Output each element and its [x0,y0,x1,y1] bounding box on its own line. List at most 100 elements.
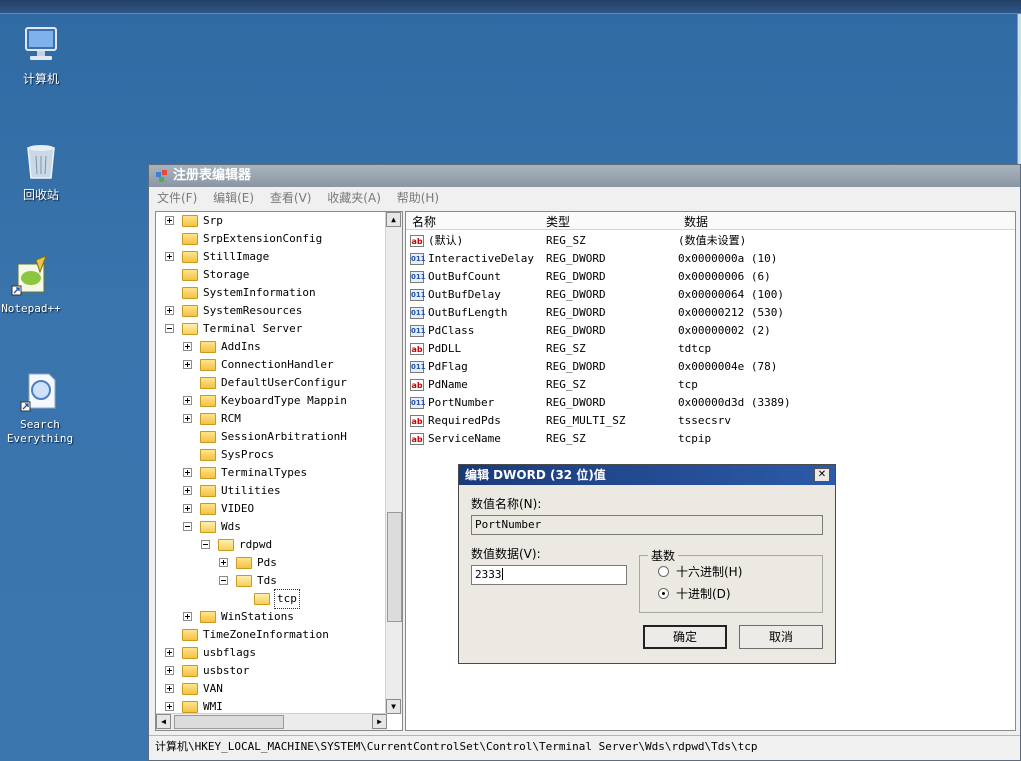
menu-view[interactable]: 查看(V) [270,191,312,205]
value-type: REG_SZ [546,432,586,445]
tree-item[interactable]: VIDEO [156,500,387,518]
hex-radio-label[interactable]: 十六进制(H) [676,563,742,580]
tree-item[interactable]: Tds [156,572,387,590]
expand-icon[interactable] [165,306,174,315]
tree-item[interactable]: SrpExtensionConfig [156,230,387,248]
value-row[interactable]: ab (默认) REG_SZ (数值未设置) [406,232,1015,250]
value-row[interactable]: 011 OutBufDelay REG_DWORD 0x00000064 (100) [406,286,1015,304]
hex-radio[interactable] [658,566,669,577]
menu-edit[interactable]: 编辑(E) [213,191,254,205]
computer-icon [20,24,62,66]
tree-item[interactable]: SessionArbitrationH [156,428,387,446]
value-data: 0x00000212 (530) [678,306,784,319]
folder-icon [236,557,252,569]
expand-icon[interactable] [165,666,174,675]
tree-item[interactable]: Srp [156,212,387,230]
tree-item[interactable]: WinStations [156,608,387,626]
column-type-header[interactable]: 类型 [546,213,570,230]
scroll-right-icon[interactable]: ▶ [372,714,387,729]
tree-item[interactable]: rdpwd [156,536,387,554]
expand-icon[interactable] [183,486,192,495]
tree-item[interactable]: StillImage [156,248,387,266]
tree-item[interactable]: Pds [156,554,387,572]
tree-horizontal-scrollbar[interactable]: ◀ ▶ [156,713,387,730]
expand-icon[interactable] [183,360,192,369]
value-row[interactable]: 011 PdClass REG_DWORD 0x00000002 (2) [406,322,1015,340]
expand-icon[interactable] [183,468,192,477]
expand-icon[interactable] [183,504,192,513]
menu-help[interactable]: 帮助(H) [397,191,439,205]
expand-icon[interactable] [165,684,174,693]
expand-icon[interactable] [183,396,192,405]
tree-item[interactable]: SystemResources [156,302,387,320]
tree-item[interactable]: SysProcs [156,446,387,464]
tree-item[interactable]: Utilities [156,482,387,500]
tree-item[interactable]: TimeZoneInformation [156,626,387,644]
value-row[interactable]: ab PdName REG_SZ tcp [406,376,1015,394]
ok-button[interactable]: 确定 [643,625,727,649]
tree-item[interactable]: usbstor [156,662,387,680]
expand-icon[interactable] [183,414,192,423]
value-row[interactable]: 011 InteractiveDelay REG_DWORD 0x0000000a (… [406,250,1015,268]
scroll-down-icon[interactable]: ▼ [386,699,401,714]
scrollbar-thumb[interactable] [387,512,402,622]
expand-icon[interactable] [165,252,174,261]
value-row[interactable]: ab PdDLL REG_SZ tdtcp [406,340,1015,358]
tree-item[interactable]: RCM [156,410,387,428]
tree-item[interactable]: Storage [156,266,387,284]
tree-item[interactable]: DefaultUserConfigur [156,374,387,392]
tree-item[interactable]: TerminalTypes [156,464,387,482]
collapse-icon[interactable] [165,324,174,333]
value-row[interactable]: ab ServiceName REG_SZ tcpip [406,430,1015,448]
expand-icon[interactable] [165,216,174,225]
collapse-icon[interactable] [201,540,210,549]
tree-item[interactable]: SystemInformation [156,284,387,302]
value-row[interactable]: ab RequiredPds REG_MULTI_SZ tssecsrv [406,412,1015,430]
registry-key-tree[interactable]: WMI VAN usbstor usbflags TimeZoneInformation… [155,211,403,731]
value-row[interactable]: 011 PortNumber REG_DWORD 0x00000d3d (3389) [406,394,1015,412]
expand-icon[interactable] [165,648,174,657]
desktop-icon-computer[interactable]: 计算机 [0,24,86,86]
tree-item-label: WinStations [221,610,294,623]
desktop-icon-recycle-bin[interactable]: 回收站 [0,140,86,202]
search-everything-icon [19,370,61,412]
desktop-icon-search-everything[interactable]: Search Everything [0,370,84,446]
tree-item[interactable]: VAN [156,680,387,698]
window-titlebar[interactable]: 注册表编辑器 [149,165,1020,187]
decimal-radio[interactable] [658,588,669,599]
tree-item[interactable]: Terminal Server [156,320,387,338]
tree-item[interactable]: tcp [156,589,387,609]
tree-item[interactable]: Wds [156,518,387,536]
tree-item-label: rdpwd [239,538,273,551]
tree-item-label: TerminalTypes [221,466,308,479]
collapse-icon[interactable] [183,522,192,531]
tree-item-label: ConnectionHandler [221,358,334,371]
column-name-header[interactable]: 名称 [412,213,436,230]
value-row[interactable]: 011 PdFlag REG_DWORD 0x0000004e (78) [406,358,1015,376]
tree-item[interactable]: usbflags [156,644,387,662]
scrollbar-thumb[interactable] [174,715,284,729]
dialog-titlebar[interactable]: 编辑 DWORD (32 位)值 ✕ [459,465,835,485]
scroll-left-icon[interactable]: ◀ [156,714,171,729]
tree-vertical-scrollbar[interactable]: ▲ ▼ [385,212,402,714]
expand-icon[interactable] [183,612,192,621]
menu-file[interactable]: 文件(F) [157,191,197,205]
cancel-button[interactable]: 取消 [739,625,823,649]
close-icon[interactable]: ✕ [814,468,830,482]
menu-favorites[interactable]: 收藏夹(A) [327,191,381,205]
desktop-icon-notepad-plus-plus[interactable]: Notepad++ [0,254,76,316]
decimal-radio-label[interactable]: 十进制(D) [676,585,731,602]
tree-item[interactable]: KeyboardType Mappin [156,392,387,410]
value-row[interactable]: 011 OutBufLength REG_DWORD 0x00000212 (530) [406,304,1015,322]
desktop-icon-label: Notepad++ [1,302,61,315]
tree-item[interactable]: ConnectionHandler [156,356,387,374]
tree-item[interactable]: AddIns [156,338,387,356]
expand-icon[interactable] [165,702,174,711]
collapse-icon[interactable] [219,576,228,585]
scroll-up-icon[interactable]: ▲ [386,212,401,227]
expand-icon[interactable] [183,342,192,351]
column-data-header[interactable]: 数据 [684,213,708,230]
expand-icon[interactable] [219,558,228,567]
value-data-input[interactable]: 2333 [471,565,627,585]
value-row[interactable]: 011 OutBufCount REG_DWORD 0x00000006 (6) [406,268,1015,286]
